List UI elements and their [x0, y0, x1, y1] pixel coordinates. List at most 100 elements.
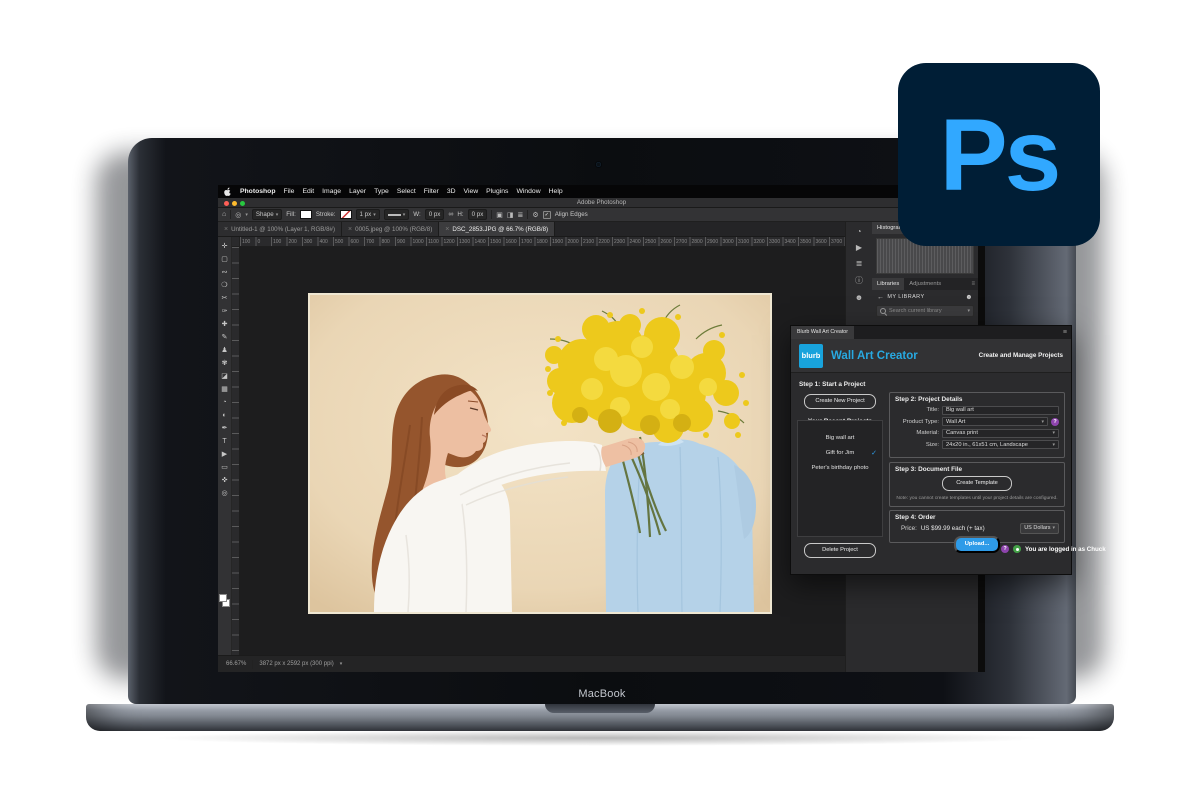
close-icon[interactable]: ×: [445, 226, 449, 233]
zoom-tool[interactable]: ◎: [221, 487, 227, 500]
blur-tool[interactable]: ◔: [222, 396, 226, 409]
product-type-select[interactable]: Wall Art ▾: [942, 417, 1048, 426]
dialog-tab[interactable]: Blurb Wall Art Creator: [791, 326, 854, 339]
shape-mode-select[interactable]: Shape ▾: [252, 209, 282, 220]
move-tool[interactable]: ✛: [222, 240, 228, 253]
document-statusbar: 66.67% 3872 px x 2592 px (300 ppi) ▾: [218, 655, 845, 672]
dodge-tool[interactable]: ◐: [222, 409, 226, 422]
canvas-photo: [310, 295, 770, 612]
separator: [491, 210, 492, 219]
hand-tool[interactable]: ✜: [222, 474, 228, 487]
home-icon[interactable]: ⌂: [222, 211, 226, 218]
help-icon[interactable]: ?: [1001, 545, 1009, 553]
apple-icon: [224, 187, 232, 196]
crop-tool[interactable]: ✂: [222, 292, 228, 305]
tab-0005-jpeg[interactable]: × 0005.jpeg @ 100% (RGB/8): [342, 222, 439, 236]
stroke-swatch[interactable]: [340, 210, 352, 219]
delete-project-button[interactable]: Delete Project: [804, 543, 876, 558]
menu-item[interactable]: File: [284, 188, 295, 195]
lasso-tool[interactable]: ∾: [222, 266, 228, 279]
width-field[interactable]: 0 px: [425, 209, 445, 220]
size-select[interactable]: 24x20 in., 61x51 cm, Landscape ▾: [942, 440, 1059, 449]
clone-stamp-tool[interactable]: ♟: [221, 344, 227, 357]
upload-button[interactable]: Upload...: [954, 536, 1000, 553]
menu-item[interactable]: Select: [397, 188, 416, 195]
tab-dsc-2853-jpg[interactable]: × DSC_2853.JPG @ 66.7% (RGB/8): [439, 222, 555, 236]
library-search-input[interactable]: [889, 308, 964, 314]
title-field[interactable]: [942, 406, 1059, 415]
libraries-panel-icon[interactable]: ☻: [855, 293, 863, 302]
stroke-style-sample: [388, 214, 401, 216]
material-select[interactable]: Canvas print ▾: [942, 429, 1059, 438]
chevron-down-icon[interactable]: ▾: [967, 308, 970, 314]
foreground-color-swatch[interactable]: [219, 594, 227, 602]
menu-item[interactable]: Photoshop: [240, 188, 276, 195]
tab-libraries[interactable]: Libraries: [872, 278, 904, 290]
menu-item[interactable]: Edit: [302, 188, 314, 195]
eraser-tool[interactable]: ◪: [221, 370, 228, 383]
eyedropper-tool[interactable]: ✑: [222, 305, 228, 318]
tab-untitled-1[interactable]: × Untitled-1 @ 100% (Layer 1, RGB/8#): [218, 222, 342, 236]
path-alignment-icon[interactable]: ◨: [507, 211, 514, 219]
gear-icon[interactable]: ⚙: [532, 211, 538, 219]
path-operations-icon[interactable]: ▣: [496, 211, 503, 219]
close-icon[interactable]: ×: [224, 226, 228, 233]
align-edges-checkbox[interactable]: ✓: [543, 211, 551, 219]
menu-item[interactable]: Image: [322, 188, 341, 195]
macbook-notch: [545, 704, 655, 713]
history-brush-tool[interactable]: ✾: [222, 357, 228, 370]
tab-adjustments[interactable]: Adjustments: [904, 278, 946, 290]
back-arrow-icon[interactable]: ←: [877, 294, 884, 301]
library-search-box[interactable]: ▾: [876, 305, 974, 317]
healing-brush-tool[interactable]: ✚: [222, 318, 228, 331]
profile-icon[interactable]: ☻: [965, 294, 973, 301]
history-panel-icon[interactable]: ◔: [857, 227, 862, 236]
path-selection-tool[interactable]: ▶: [222, 448, 227, 461]
menu-item[interactable]: View: [464, 188, 479, 195]
path-arrangement-icon[interactable]: ≣: [518, 211, 524, 219]
create-template-button[interactable]: Create Template: [942, 476, 1012, 491]
chevron-down-icon[interactable]: ▾: [245, 212, 248, 218]
actions-panel-icon[interactable]: ▶: [856, 243, 862, 252]
close-icon[interactable]: ×: [348, 226, 352, 233]
brush-tool[interactable]: ✎: [222, 331, 228, 344]
menu-item[interactable]: Type: [374, 188, 389, 195]
product-type-value: Wall Art: [946, 419, 1041, 425]
project-name: Gift for Jim: [826, 450, 854, 456]
type-tool[interactable]: T: [222, 435, 226, 448]
hamburger-icon[interactable]: ≡: [1063, 326, 1067, 339]
list-item[interactable]: Big wall art: [798, 431, 882, 446]
stroke-style-select[interactable]: ▾: [384, 209, 410, 220]
my-library-row[interactable]: ← MY LIBRARY ☻: [872, 290, 978, 304]
currency-select[interactable]: US Dollars ▾: [1020, 523, 1059, 534]
menu-item[interactable]: 3D: [447, 188, 456, 195]
menu-item[interactable]: Help: [549, 188, 563, 195]
properties-panel-icon[interactable]: ≣: [856, 259, 863, 268]
info-panel-icon[interactable]: ⓘ: [855, 275, 863, 286]
step3-title: Step 3: Document File: [895, 466, 1059, 473]
height-field[interactable]: 0 px: [468, 209, 488, 220]
tool-preset-icon[interactable]: ◎: [235, 211, 241, 219]
list-item[interactable]: Gift for Jim ✓: [798, 446, 882, 461]
fill-swatch[interactable]: [300, 210, 312, 219]
marquee-tool[interactable]: ▢: [221, 253, 228, 266]
tool-options-bar: ⌂ ◎ ▾ Shape ▾ Fill: Stroke: 1 px ▾ ▾ W: …: [218, 208, 985, 222]
panel-menu-icon[interactable]: ≡: [971, 278, 975, 290]
shape-tool[interactable]: ▭: [221, 461, 228, 474]
menu-item[interactable]: Plugins: [486, 188, 508, 195]
create-new-project-button[interactable]: Create New Project: [804, 394, 876, 409]
help-icon[interactable]: ?: [1051, 418, 1059, 426]
menu-item[interactable]: Window: [516, 188, 540, 195]
menu-item[interactable]: Filter: [424, 188, 439, 195]
link-dimensions-icon[interactable]: ∞: [448, 211, 453, 218]
menu-item[interactable]: Layer: [349, 188, 366, 195]
list-item[interactable]: Peter's birthday photo: [798, 461, 882, 476]
gradient-tool[interactable]: ▦: [221, 383, 228, 396]
macbook-brand-label: MacBook: [128, 688, 1076, 700]
chevron-down-icon[interactable]: ▾: [340, 661, 343, 667]
stroke-width-field[interactable]: 1 px ▾: [356, 209, 380, 220]
pen-tool[interactable]: ✒: [222, 422, 228, 435]
zoom-level[interactable]: 66.67%: [226, 661, 246, 667]
title-input[interactable]: [946, 407, 1055, 413]
quick-selection-tool[interactable]: ❍: [221, 279, 227, 292]
